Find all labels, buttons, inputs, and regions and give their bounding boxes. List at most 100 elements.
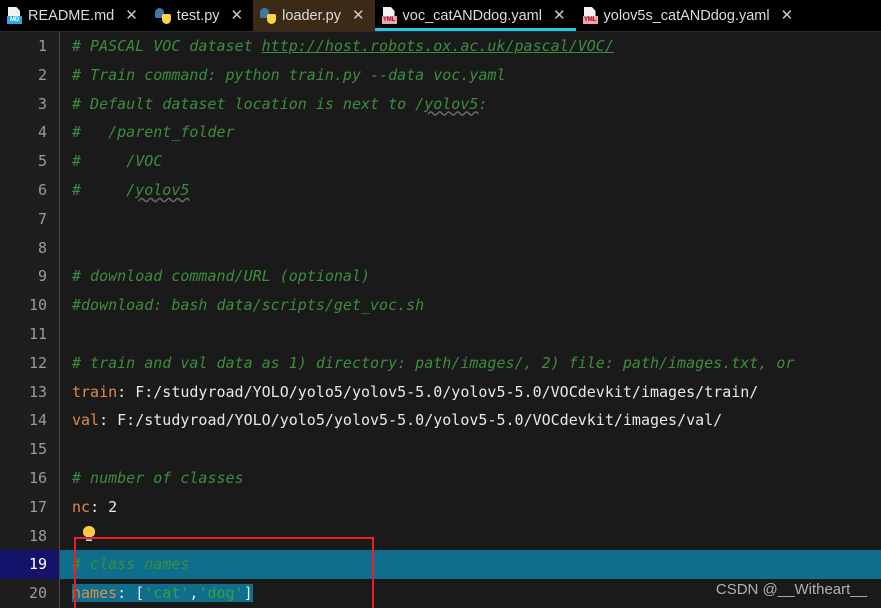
code-line-15[interactable] — [60, 435, 881, 464]
line-number: 4 — [37, 123, 47, 142]
code-line-1[interactable]: # PASCAL VOC dataset http://host.robots.… — [60, 32, 881, 61]
code-line-10[interactable]: #download: bash data/scripts/get_voc.sh — [60, 291, 881, 320]
line-number: 3 — [37, 94, 47, 113]
yaml-value: 2 — [108, 497, 118, 516]
yaml-colon: : — [90, 497, 109, 516]
code-line-6[interactable]: # /yolov5 — [60, 176, 881, 205]
comment-text: # Default dataset location is next to / — [72, 94, 425, 113]
yaml-colon: : — [99, 411, 118, 430]
code-line-13[interactable]: train: F:/studyroad/YOLO/yolo5/yolov5-5.… — [60, 378, 881, 407]
yaml-key: val — [72, 411, 100, 430]
line-number: 8 — [37, 238, 47, 257]
code-line-7[interactable] — [60, 205, 881, 234]
close-icon[interactable]: ✕ — [779, 8, 796, 23]
intention-lightbulb-icon[interactable] — [82, 525, 96, 542]
yaml-colon: : — [117, 382, 136, 401]
close-icon[interactable]: ✕ — [229, 8, 246, 23]
line-number: 20 — [28, 584, 47, 603]
line-number: 7 — [37, 209, 47, 228]
line-number: 17 — [28, 497, 47, 516]
line-number: 15 — [28, 440, 47, 459]
line-number: 18 — [28, 526, 47, 545]
close-icon[interactable]: ✕ — [551, 8, 568, 23]
code-line-16[interactable]: # number of classes — [60, 464, 881, 493]
line-number: 10 — [28, 296, 47, 315]
comment-text: # class names — [72, 555, 190, 574]
comment-text: # PASCAL VOC dataset — [72, 37, 262, 55]
editor-window: MD README.md ✕ test.py ✕ loader.py ✕ YML — [0, 0, 881, 608]
code-line-3[interactable]: # Default dataset location is next to /y… — [60, 90, 881, 119]
comment-text: # number of classes — [72, 468, 244, 487]
line-number: 12 — [28, 353, 47, 372]
line-number: 2 — [37, 65, 47, 84]
comment-text: # / — [72, 180, 136, 199]
comment-text: # /VOC — [72, 152, 163, 171]
line-number-gutter: 1 2 3 4 5 6 7 8 9 10 11 12 13 14 15 16 1… — [0, 32, 60, 608]
comment-text: : — [478, 94, 488, 113]
line-number: 14 — [28, 411, 47, 430]
line-number: 5 — [37, 152, 47, 171]
code-area[interactable]: # PASCAL VOC dataset http://host.robots.… — [60, 32, 881, 608]
line-number: 13 — [28, 382, 47, 401]
comment-text: # train and val data as 1) directory: pa… — [72, 353, 795, 372]
line-number-current: 19 — [0, 550, 59, 580]
yaml-colon: : — [117, 584, 136, 603]
markdown-file-icon-badge: MD — [7, 16, 22, 24]
yaml-key: nc — [72, 497, 91, 516]
string-dog: 'dog' — [198, 584, 244, 603]
tab-label: yolov5s_catANDdog.yaml — [603, 7, 770, 24]
tab-label: loader.py — [282, 7, 341, 24]
yaml-file-icon-badge: YML — [582, 16, 598, 24]
line-number: 1 — [37, 37, 47, 55]
selected-text: names: ['cat','dog'] — [72, 584, 253, 603]
csdn-watermark: CSDN @__Witheart__ — [715, 581, 867, 598]
code-line-5[interactable]: # /VOC — [60, 147, 881, 176]
bracket-open: [ — [135, 584, 145, 603]
string-cat: 'cat' — [144, 584, 190, 603]
yaml-file-icon-badge: YML — [381, 16, 397, 24]
tab-label: README.md — [28, 7, 115, 24]
editor-body: 1 2 3 4 5 6 7 8 9 10 11 12 13 14 15 16 1… — [0, 32, 881, 608]
code-line-8[interactable] — [60, 234, 881, 263]
code-line-18[interactable] — [60, 522, 881, 551]
tab-yolov5s-catanddog-yaml[interactable]: YML yolov5s_catANDdog.yaml ✕ — [575, 0, 804, 31]
yaml-value: F:/studyroad/YOLO/yolo5/yolov5-5.0/yolov… — [135, 382, 759, 401]
yaml-file-icon: YML — [381, 7, 397, 24]
spellcheck-word: yolov5 — [135, 180, 190, 199]
tab-label: voc_catANDdog.yaml — [402, 7, 542, 24]
editor-tab-bar: MD README.md ✕ test.py ✕ loader.py ✕ YML — [0, 0, 881, 32]
yaml-file-icon: YML — [582, 7, 598, 24]
yaml-key: train — [72, 382, 118, 401]
close-icon[interactable]: ✕ — [350, 8, 367, 23]
code-line-4[interactable]: # /parent_folder — [60, 118, 881, 147]
comment-text: # download command/URL (optional) — [72, 267, 371, 286]
tab-readme-md[interactable]: MD README.md ✕ — [0, 0, 148, 31]
tab-voc-catanddog-yaml[interactable]: YML voc_catANDdog.yaml ✕ — [374, 0, 576, 31]
code-line-12[interactable]: # train and val data as 1) directory: pa… — [60, 349, 881, 378]
line-number: 9 — [37, 267, 47, 286]
code-line-9[interactable]: # download command/URL (optional) — [60, 262, 881, 291]
comment-text: #download: bash data/scripts/get_voc.sh — [72, 296, 425, 315]
code-line-11[interactable] — [60, 320, 881, 349]
tab-label: test.py — [176, 7, 220, 24]
yaml-value: F:/studyroad/YOLO/yolo5/yolov5-5.0/yolov… — [117, 411, 723, 430]
yaml-key: names — [72, 584, 118, 603]
comment-text: # Train command: python train.py --data … — [72, 65, 506, 84]
python-file-icon — [260, 7, 277, 24]
line-number: 6 — [37, 180, 47, 199]
code-line-14[interactable]: val: F:/studyroad/YOLO/yolo5/yolov5-5.0/… — [60, 406, 881, 435]
tab-loader-py[interactable]: loader.py ✕ — [253, 0, 375, 31]
spellcheck-word: yolov5 — [424, 94, 479, 113]
close-icon[interactable]: ✕ — [123, 8, 140, 23]
tab-test-py[interactable]: test.py ✕ — [147, 0, 254, 31]
line-number: 16 — [28, 468, 47, 487]
line-number: 11 — [28, 324, 47, 343]
bracket-close: ] — [243, 584, 253, 603]
python-file-icon — [154, 7, 171, 24]
url-link[interactable]: http://host.robots.ox.ac.uk/pascal/VOC/ — [262, 37, 614, 55]
code-line-19[interactable]: # class names — [60, 550, 881, 580]
markdown-file-icon: MD — [7, 7, 22, 24]
comment-text: # /parent_folder — [72, 123, 235, 142]
code-line-2[interactable]: # Train command: python train.py --data … — [60, 61, 881, 90]
code-line-17[interactable]: nc: 2 — [60, 493, 881, 522]
